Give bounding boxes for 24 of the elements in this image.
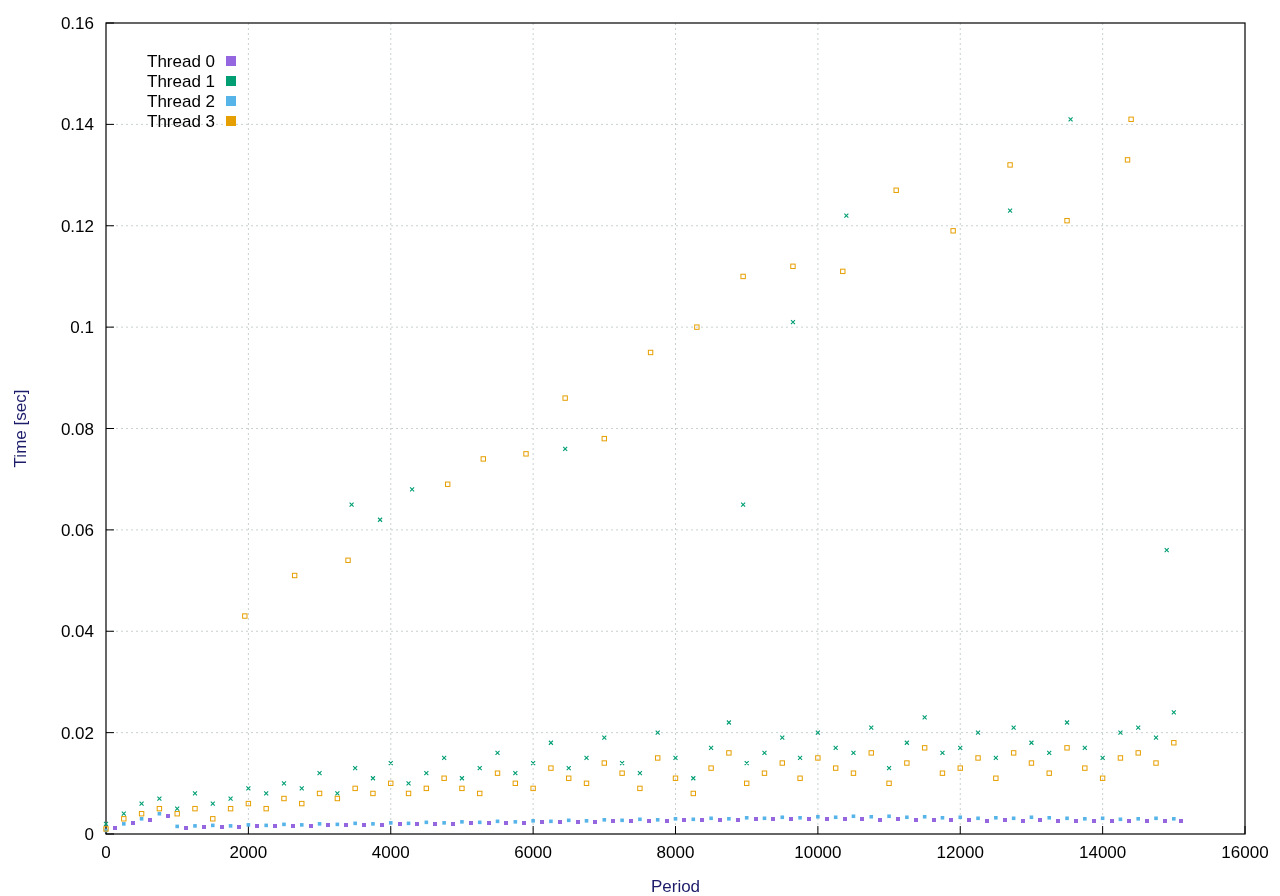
y-tick-label: 0.16	[60, 14, 94, 33]
y-tick-label: 0.08	[60, 419, 94, 439]
y-tick-label: 0.14	[60, 115, 94, 135]
x-tick-label: 16000	[1221, 843, 1269, 862]
x-tick-label: 0	[101, 843, 111, 862]
x-tick-label: 4000	[371, 843, 410, 862]
y-tick-label: 0.1	[70, 318, 94, 338]
y-tick-label: 0.02	[60, 723, 94, 743]
legend-label: Thread 2	[147, 92, 216, 111]
y-axis-title: Time [sec]	[11, 389, 30, 468]
x-tick-label: 8000	[656, 843, 695, 862]
y-tick-label: 0.06	[60, 520, 94, 540]
x-tick-label: 6000	[514, 843, 553, 862]
legend-label: Thread 3	[147, 112, 216, 131]
x-tick-label: 2000	[229, 843, 268, 862]
x-tick-label: 14000	[1079, 843, 1127, 862]
x-tick-label: 10000	[794, 843, 842, 862]
x-axis-title: Period	[650, 877, 701, 896]
legend-label: Thread 1	[147, 72, 216, 91]
y-tick-label: 0.12	[60, 216, 94, 236]
y-tick-label: 0	[84, 825, 94, 844]
y-tick-label: 0.04	[60, 622, 94, 642]
x-tick-label: 12000	[936, 843, 984, 862]
legend-label: Thread 0	[147, 52, 216, 71]
